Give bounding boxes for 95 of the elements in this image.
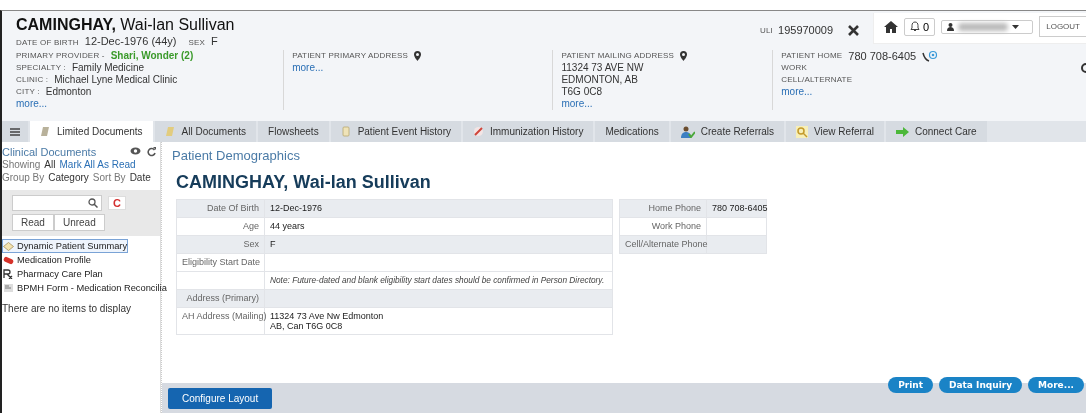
notifications-button[interactable]: 0 <box>904 17 936 36</box>
field-label: DATE OF BIRTH <box>16 38 79 47</box>
rx-icon <box>3 269 14 279</box>
note-text: Note: Future-dated and blank eligibility start dates should be confirmed in Person Directory. <box>264 271 613 290</box>
field-value: 12-Dec-1976 (44y) <box>84 35 177 47</box>
close-icon[interactable] <box>848 24 860 36</box>
more-link[interactable]: more... <box>292 62 545 74</box>
user-icon <box>947 22 955 31</box>
tab[interactable]: Create Referrals <box>670 121 785 142</box>
field-value: F <box>211 35 218 47</box>
document-item[interactable]: BPMH Form - Medication Reconcilia <box>2 281 168 295</box>
tab[interactable]: Connect Care <box>885 121 987 142</box>
map-pin-icon <box>680 51 688 61</box>
field-value: 44 years <box>264 217 613 236</box>
tab[interactable]: Limited Documents <box>30 121 153 142</box>
field-label: PATIENT PRIMARY ADDRESS <box>292 50 409 62</box>
field-label: Showing <box>2 159 41 170</box>
caret-icon <box>1012 24 1020 29</box>
tab[interactable]: Immunization History <box>463 121 594 142</box>
more-link[interactable]: more... <box>561 98 765 110</box>
field-value: 12-Dec-1976 <box>264 199 613 218</box>
bell-icon <box>910 21 921 32</box>
tab[interactable]: View Referral <box>786 121 884 142</box>
tab[interactable]: All Documents <box>154 121 257 142</box>
diamond-icon <box>3 241 14 251</box>
arrow-right-icon <box>895 126 909 137</box>
action-button[interactable]: Data Inquiry <box>939 377 1023 393</box>
field-label: Sort By <box>92 172 126 183</box>
field-label: AH Address (Mailing) <box>176 307 265 335</box>
field-label: PATIENT HOME <box>781 50 843 62</box>
search-field[interactable] <box>12 195 102 211</box>
address-line: 11324 73 AVE NW <box>561 62 645 74</box>
field-label: WORK <box>781 62 807 74</box>
field-value: 780 708-6405 <box>706 199 767 218</box>
field-value: 780 708-6405 <box>848 50 917 62</box>
more-link[interactable]: more... <box>16 98 276 110</box>
address-line: T6G 0C8 <box>561 86 603 98</box>
configure-layout-button[interactable]: Configure Layout <box>168 387 273 409</box>
people-icon <box>680 125 695 138</box>
search-icon <box>88 198 98 208</box>
document-item[interactable]: Dynamic Patient Summary <box>2 239 129 253</box>
field-value: Family Medicine <box>71 62 145 74</box>
field-label: SEX <box>188 38 206 47</box>
user-menu[interactable] <box>941 19 1034 34</box>
sort-value[interactable]: Date <box>129 172 151 183</box>
clear-button[interactable]: C <box>108 196 126 210</box>
document-icon <box>164 126 176 137</box>
tab[interactable]: Medications <box>595 121 669 142</box>
field-label: ULI <box>759 25 774 35</box>
pill-icon <box>3 255 14 265</box>
document-icon <box>40 126 51 137</box>
form-icon <box>3 283 14 293</box>
field-label: PATIENT MAILING ADDRESS <box>561 50 675 62</box>
mark-all-read-link[interactable]: Mark All As Read <box>59 159 136 170</box>
filter-value[interactable]: All <box>44 159 56 170</box>
field-label: CLINIC : <box>16 74 49 86</box>
home-icon[interactable] <box>884 20 899 33</box>
logout-button[interactable]: LOGOUT <box>1039 16 1086 37</box>
action-button[interactable]: More... <box>1028 377 1084 393</box>
scroll-icon <box>340 126 352 137</box>
magnifier-icon <box>796 125 809 138</box>
field-label: SPECIALTY : <box>16 62 66 74</box>
action-button[interactable]: Print <box>888 377 933 393</box>
document-item[interactable]: Medication Profile <box>2 253 92 267</box>
patient-name: CAMINGHAY, Wai-lan Sullivan <box>176 172 432 193</box>
filter-button[interactable]: Read <box>12 214 54 231</box>
field-label: Eligibility Start Date <box>176 253 265 272</box>
panel-title: Clinical Documents <box>2 146 97 158</box>
field-value: Edmonton <box>45 86 92 98</box>
field-label: Work Phone <box>619 217 707 236</box>
section-title: Patient Demographics <box>172 148 301 163</box>
group-value[interactable]: Category <box>48 172 89 183</box>
document-item[interactable]: Pharmacy Care Plan <box>2 267 104 281</box>
field-label: Date Of Birth <box>176 199 265 218</box>
patient-name: CAMINGHAY, Wai-lan Sullivan <box>16 16 236 34</box>
map-pin-icon <box>414 51 422 61</box>
eye-icon[interactable] <box>130 147 141 155</box>
field-label: Age <box>176 217 265 236</box>
field-label: CELL/ALTERNATE <box>781 74 853 86</box>
field-label: CITY : <box>16 86 40 98</box>
filter-button[interactable]: Unread <box>53 214 105 231</box>
field-label: Group By <box>2 172 45 183</box>
tab[interactable]: Flowsheets <box>258 121 329 142</box>
field-label: PRIMARY PROVIDER - <box>16 50 105 62</box>
menu-icon[interactable] <box>10 127 20 136</box>
phone-icon[interactable] <box>922 50 939 62</box>
field-value: Michael Lyne Medical Clinic <box>54 74 178 86</box>
field-label: Home Phone <box>619 199 707 218</box>
field-value: 195970009 <box>778 24 834 36</box>
empty-message: There are no items to display <box>2 303 132 314</box>
more-link[interactable]: more... <box>781 86 1078 98</box>
tab[interactable]: Patient Event History <box>330 121 461 142</box>
syringe-icon <box>473 126 484 137</box>
refresh-icon[interactable] <box>147 147 156 157</box>
address-line: EDMONTON, AB <box>561 74 639 86</box>
